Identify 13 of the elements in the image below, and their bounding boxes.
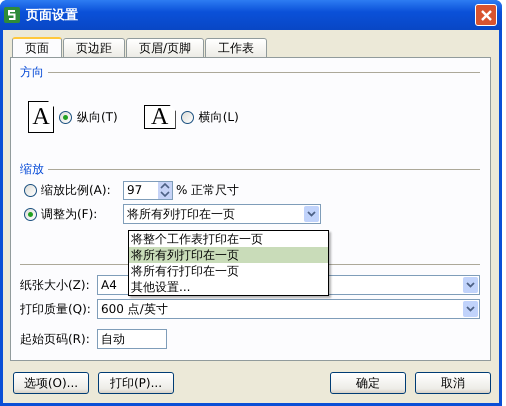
landscape-page-icon: A xyxy=(144,105,176,129)
section-heading: 方向 xyxy=(20,64,44,81)
section-heading: 缩放 xyxy=(20,161,44,178)
radio-label: 缩放比例(A): xyxy=(41,182,112,198)
window-title: 页面设置 xyxy=(26,7,79,24)
percent-label: % 正常尺寸 xyxy=(176,182,240,198)
radio-label: 横向(L) xyxy=(198,108,239,126)
portrait-page-icon: A xyxy=(28,101,54,133)
field-label: 打印质量(Q): xyxy=(20,300,92,318)
radio-label: 纵向(T) xyxy=(77,108,118,126)
field-label: 起始页码(R): xyxy=(20,330,91,348)
field-label: 纸张大小(Z): xyxy=(20,276,91,294)
radio-label: 调整为(F): xyxy=(41,206,98,222)
